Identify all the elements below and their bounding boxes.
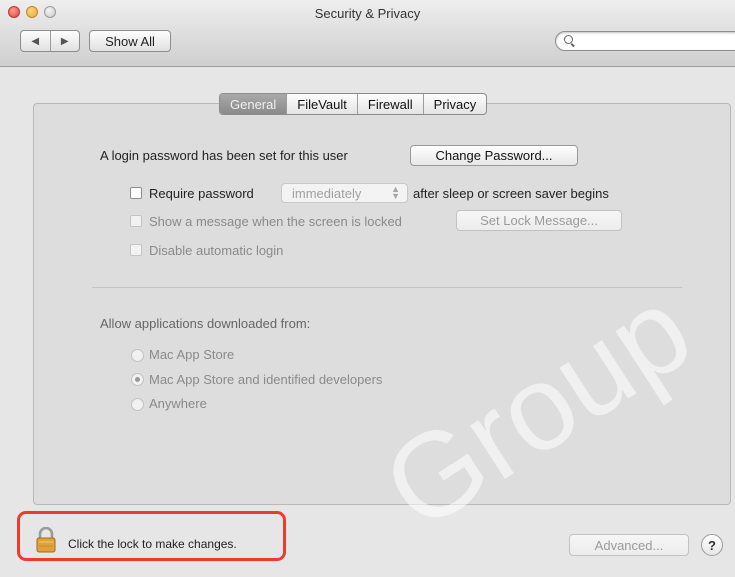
delay-popup-value: immediately xyxy=(292,185,362,201)
radio-anywhere[interactable] xyxy=(131,398,144,411)
back-arrow-icon[interactable]: ◀ xyxy=(21,31,51,51)
radio-identified-developers[interactable] xyxy=(131,373,144,386)
back-forward-control: ◀ ▶ xyxy=(20,30,80,52)
set-lock-message-button[interactable]: Set Lock Message... xyxy=(456,210,622,231)
section-divider xyxy=(92,287,682,288)
radio-anywhere-label: Anywhere xyxy=(149,396,207,411)
lock-highlight-box xyxy=(17,511,286,561)
radio-mac-app-store-label: Mac App Store xyxy=(149,347,235,362)
show-all-button[interactable]: Show All xyxy=(89,30,171,52)
security-privacy-window: Security & Privacy ◀ ▶ Show All General … xyxy=(0,0,735,577)
toolbar: Security & Privacy ◀ ▶ Show All xyxy=(0,0,735,67)
allow-apps-label: Allow applications downloaded from: xyxy=(100,316,311,331)
login-password-text: A login password has been set for this u… xyxy=(100,148,348,163)
tab-firewall[interactable]: Firewall xyxy=(358,94,424,114)
require-password-label: Require password xyxy=(149,186,254,201)
require-password-checkbox[interactable] xyxy=(130,187,142,199)
search-icon xyxy=(564,35,573,44)
change-password-button[interactable]: Change Password... xyxy=(410,145,578,166)
show-message-checkbox[interactable] xyxy=(130,215,142,227)
window-title: Security & Privacy xyxy=(314,6,421,21)
require-password-delay-popup[interactable]: immediately ▲ ▼ xyxy=(281,183,408,203)
require-password-suffix: after sleep or screen saver begins xyxy=(413,186,609,201)
help-button[interactable]: ? xyxy=(701,534,723,556)
search-field[interactable] xyxy=(555,31,735,51)
radio-mac-app-store[interactable] xyxy=(131,349,144,362)
show-message-label: Show a message when the screen is locked xyxy=(149,214,402,229)
tab-bar: General FileVault Firewall Privacy xyxy=(219,93,488,115)
radio-identified-developers-label: Mac App Store and identified developers xyxy=(149,372,383,387)
disable-auto-login-label: Disable automatic login xyxy=(149,243,284,258)
popup-arrows-icon: ▲ ▼ xyxy=(391,184,400,201)
advanced-button[interactable]: Advanced... xyxy=(569,534,689,556)
disable-auto-login-checkbox[interactable] xyxy=(130,244,142,256)
content-panel xyxy=(33,103,731,505)
forward-arrow-icon[interactable]: ▶ xyxy=(51,31,80,51)
tab-privacy[interactable]: Privacy xyxy=(424,94,487,114)
tab-general[interactable]: General xyxy=(220,94,288,114)
tab-filevault[interactable]: FileVault xyxy=(287,94,358,114)
